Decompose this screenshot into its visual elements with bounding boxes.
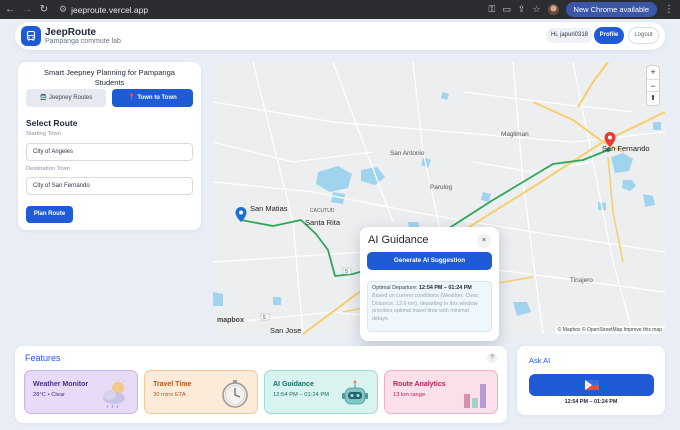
compass-button[interactable]: ⬆ [647, 92, 659, 105]
weather-icon [103, 379, 128, 409]
robot-icon [342, 380, 368, 405]
site-settings-icon[interactable]: ⚙ [59, 4, 67, 15]
destination-town-input[interactable]: City of San Fernando [26, 177, 193, 195]
feature-card-subtitle: 28°C • Clear [33, 392, 66, 398]
tab-jeepney-routes[interactable]: 🚍 Jeepney Routes [26, 89, 106, 107]
tab-town-to-town[interactable]: 📍 Town to Town [112, 89, 193, 107]
back-arrow-icon[interactable]: ← [3, 3, 17, 17]
map-zoom-controls: + − ⬆ [647, 66, 659, 105]
cast-icon[interactable]: ▭ [502, 4, 511, 15]
map-label-san-fernando: San Fernando [602, 144, 650, 153]
map-label-san-matias: San Matias [250, 204, 288, 213]
map-label-san-antonio: San Antonio [390, 150, 425, 157]
map-attribution[interactable]: © Mapbox © OpenStreetMap Improve this ma… [554, 326, 665, 334]
departure-label: Optimal Departure: [372, 285, 418, 291]
logout-button[interactable]: Logout [628, 27, 659, 44]
zoom-out-button[interactable]: − [647, 79, 659, 92]
clock-icon [222, 380, 248, 408]
departure-time: 12:54 PM – 01:24 PM [419, 285, 472, 291]
url-text: jeeproute.vercel.app [71, 4, 149, 15]
select-route-heading: Select Route [26, 118, 78, 128]
ai-suggestion-box: Optimal Departure: 12:54 PM – 01:24 PM B… [367, 281, 492, 332]
bookmark-star-icon[interactable]: ☆ [532, 4, 540, 15]
feature-card-subtitle: 13 km range [393, 392, 426, 398]
philippine-flag-icon [584, 380, 599, 390]
feature-card-title: AI Guidance [273, 381, 314, 388]
road-shield-label: 5 [345, 269, 348, 275]
features-panel: Features ? Weather Monitor 28°C • Clear … [15, 346, 507, 423]
map-label-magliman: Magliman [501, 131, 529, 138]
share-icon[interactable]: ⇪ [518, 4, 526, 15]
starting-town-label: Starting Town [26, 131, 62, 137]
feature-card-title: Route Analytics [393, 381, 446, 388]
address-bar[interactable]: ⚙ jeeproute.vercel.app [59, 4, 148, 15]
map-label-parulog: Parulog [430, 184, 453, 191]
planner-title: Smart Jeepney Planning for Pampanga Stud… [44, 68, 175, 87]
ai-suggestion-details: Based on current conditions (Weather: Cl… [372, 292, 480, 323]
app-header: JeepRoute Pampanga commute lab Hi, japur… [15, 22, 665, 50]
ai-guidance-title: AI Guidance [368, 234, 429, 246]
map-label-cacutud: CACUTUD [310, 208, 335, 214]
generate-ai-suggestion-button[interactable]: Generate AI Suggestion [367, 252, 492, 270]
ask-ai-time: 12:54 PM – 01:24 PM [564, 399, 618, 405]
starting-town-input[interactable]: City of Angeles [26, 143, 193, 161]
feature-card-subtitle: 30 mins ETA [153, 392, 186, 398]
user-greeting: Hi, japuri0318 [546, 28, 594, 43]
bar-chart-icon [464, 384, 486, 408]
close-icon[interactable]: × [477, 234, 491, 248]
reload-icon[interactable]: ↻ [37, 3, 51, 17]
app-subtitle: Pampanga commute lab [45, 38, 121, 45]
help-icon[interactable]: ? [487, 353, 497, 363]
destination-town-label: Destination Town [26, 166, 71, 172]
browser-menu-icon[interactable]: ⋮ [664, 4, 674, 15]
ask-ai-panel: Ask AI 12:54 PM – 01:24 PM [517, 346, 665, 415]
bus-logo-icon [21, 26, 41, 46]
feature-card-travel-time[interactable]: Travel Time 30 mins ETA [144, 370, 258, 414]
ask-ai-button[interactable] [529, 374, 654, 396]
chrome-update-button[interactable]: New Chrome available [565, 2, 657, 17]
ai-guidance-popup: AI Guidance × Generate AI Suggestion Opt… [360, 227, 499, 341]
browser-toolbar: ← → ↻ ⚙ jeeproute.vercel.app ⚿ ▭ ⇪ ☆ New… [0, 0, 680, 19]
feature-card-title: Travel Time [153, 381, 192, 388]
browser-profile-avatar[interactable] [547, 4, 559, 15]
profile-button[interactable]: Profile [594, 27, 624, 44]
ask-ai-heading: Ask AI [529, 356, 551, 365]
feature-card-weather[interactable]: Weather Monitor 28°C • Clear [24, 370, 138, 414]
route-planner-panel: Smart Jeepney Planning for Pampanga Stud… [18, 62, 201, 230]
feature-card-subtitle: 12:54 PM – 01:24 PM [273, 392, 330, 398]
app-title: JeepRoute [45, 27, 97, 38]
map-label-tinajero: Tinajero [570, 277, 593, 284]
feature-card-title: Weather Monitor [33, 381, 89, 388]
zoom-in-button[interactable]: + [647, 66, 659, 79]
plan-route-button[interactable]: Plan Route [26, 206, 73, 223]
key-icon[interactable]: ⚿ [489, 4, 496, 15]
forward-arrow-icon[interactable]: → [20, 3, 34, 17]
map-label-santa-rita: Santa Rita [305, 218, 341, 227]
mapbox-logo: mapbox [217, 317, 244, 324]
features-heading: Features [25, 353, 61, 363]
road-shield-label-2: 5 [263, 315, 266, 321]
feature-card-ai-guidance[interactable]: AI Guidance 12:54 PM – 01:24 PM [264, 370, 378, 414]
feature-card-route-analytics[interactable]: Route Analytics 13 km range [384, 370, 498, 414]
map-label-san-jose: San Jose [270, 326, 302, 334]
